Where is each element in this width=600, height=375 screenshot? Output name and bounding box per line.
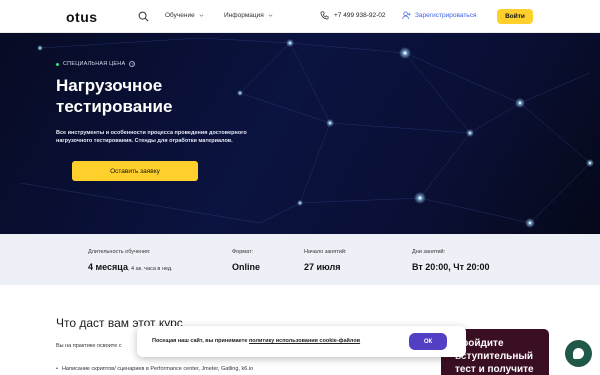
- search-icon[interactable]: [138, 11, 149, 22]
- chat-bubble-icon: [573, 348, 584, 359]
- cookie-ok-button[interactable]: ОК: [409, 333, 447, 350]
- bullet-dot: •: [56, 366, 58, 372]
- start-value: 27 июля: [304, 262, 341, 272]
- info-format: Формат: Online: [232, 249, 260, 272]
- format-label: Формат:: [232, 249, 254, 255]
- days-label: Дни занятий:: [412, 249, 446, 255]
- section-paragraph: Вы на практике освоите с: [56, 343, 122, 349]
- login-button[interactable]: Войти: [497, 9, 533, 24]
- info-duration: Длительность обучения: 4 месяца, 4 ак. ч…: [88, 249, 173, 272]
- phone-number: +7 499 938-92-02: [334, 12, 386, 19]
- chevron-down-icon: [199, 14, 204, 17]
- otus-logo[interactable]: otus: [66, 9, 98, 25]
- cookie-text: Посещая наш сайт, вы принимаете политику…: [152, 338, 360, 344]
- list-item-text: Написание скриптов/ сценариев в Performa…: [61, 366, 254, 372]
- info-start: Начало занятий: 27 июля: [304, 249, 346, 272]
- nav-obuchenie-label: Обучение: [165, 12, 195, 19]
- duration-value: 4 месяца: [88, 262, 128, 272]
- phone-icon: [320, 11, 329, 20]
- question-icon[interactable]: ?: [129, 61, 136, 67]
- user-plus-icon: [402, 11, 411, 20]
- badge-label: СПЕЦИАЛЬНАЯ ЦЕНА: [63, 61, 126, 67]
- special-price-badge: СПЕЦИАЛЬНАЯ ЦЕНА ?: [56, 61, 136, 67]
- chevron-down-icon: [268, 14, 273, 17]
- info-days: Дни занятий: Вт 20:00, Чт 20:00: [412, 249, 490, 272]
- phone-link[interactable]: +7 499 938-92-02: [320, 11, 386, 20]
- promo-text: Пройдите вступительный тест и получите: [455, 338, 534, 375]
- register-link[interactable]: Зарегистрироваться: [402, 11, 476, 20]
- nav-informatsiya-label: Информация: [224, 12, 264, 19]
- hero-description: Все инструменты и особенности процесса п…: [56, 130, 247, 144]
- duration-note: 4 ак. часа в нед.: [131, 266, 173, 272]
- days-value: Вт 20:00, Чт 20:00: [412, 262, 490, 272]
- duration-label: Длительность обучения:: [88, 249, 151, 255]
- cookie-policy-link[interactable]: политику использования cookie-файлов: [249, 338, 360, 344]
- hero-section: СПЕЦИАЛЬНАЯ ЦЕНА ? Нагрузочное тестирова…: [0, 33, 600, 234]
- nav-informatsiya[interactable]: Информация: [224, 12, 273, 19]
- cookie-banner: Посещая наш сайт, вы принимаете политику…: [137, 326, 466, 357]
- chat-button[interactable]: [565, 340, 592, 367]
- cookie-text-before: Посещая наш сайт, вы принимаете: [152, 338, 249, 344]
- page-title: Нагрузочное тестирование: [56, 76, 173, 116]
- register-label: Зарегистрироваться: [415, 12, 477, 19]
- course-info-strip: Длительность обучения: 4 месяца, 4 ак. ч…: [0, 234, 600, 285]
- nav-obuchenie[interactable]: Обучение: [165, 12, 204, 19]
- duration-value-row: 4 месяца, 4 ак. часа в нед.: [88, 262, 173, 272]
- leave-request-button[interactable]: Оставить заявку: [72, 161, 198, 181]
- start-label: Начало занятий:: [304, 249, 347, 255]
- status-dot: [56, 62, 59, 66]
- format-value: Online: [232, 262, 261, 272]
- list-item: • Написание скриптов/ сценариев в Perfor…: [56, 366, 253, 372]
- site-header: otus Обучение Информация +7 499 938-92-0…: [0, 0, 600, 33]
